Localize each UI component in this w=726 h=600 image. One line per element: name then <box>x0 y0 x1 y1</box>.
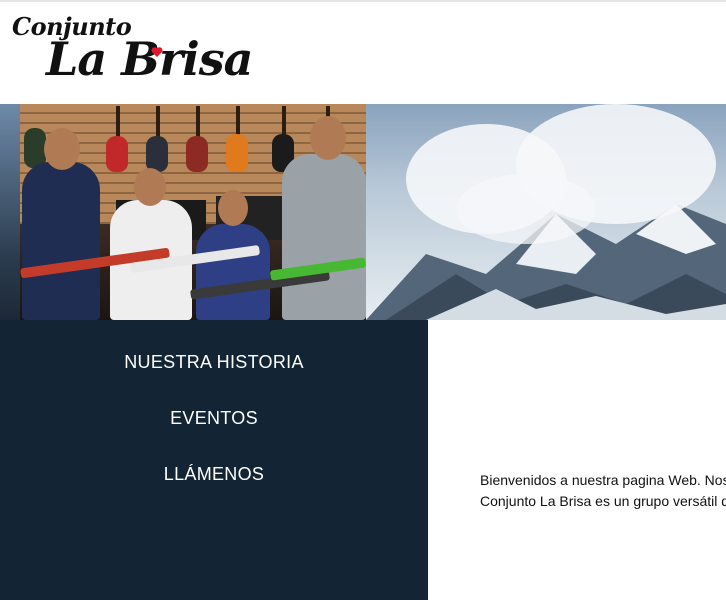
site-logo[interactable]: Conjunto La Brisa <box>12 10 253 100</box>
welcome-text: Bienvenidos a nuestra pagina Web. Nosot … <box>480 470 726 512</box>
band-photo <box>20 104 366 320</box>
heart-icon <box>151 47 163 57</box>
nav-nuestra-historia[interactable]: NUESTRA HISTORIA <box>0 352 428 373</box>
hero-banner <box>0 104 726 320</box>
site-header: Conjunto La Brisa <box>0 2 726 104</box>
welcome-line-2: Conjunto La Brisa es un grupo versátil q… <box>480 493 726 509</box>
mountain-photo <box>366 104 726 320</box>
welcome-section: Bienvenidos a nuestra pagina Web. Nosot … <box>428 320 726 600</box>
welcome-line-1: Bienvenidos a nuestra pagina Web. Nosot <box>480 472 726 488</box>
nav-llamenos[interactable]: LLÁMENOS <box>0 464 428 485</box>
logo-text-la-brisa: La Brisa <box>46 32 253 86</box>
nav-eventos[interactable]: EVENTOS <box>0 408 428 429</box>
hero-edge-image <box>0 104 20 320</box>
main-navigation: NUESTRA HISTORIA EVENTOS LLÁMENOS <box>0 320 428 600</box>
